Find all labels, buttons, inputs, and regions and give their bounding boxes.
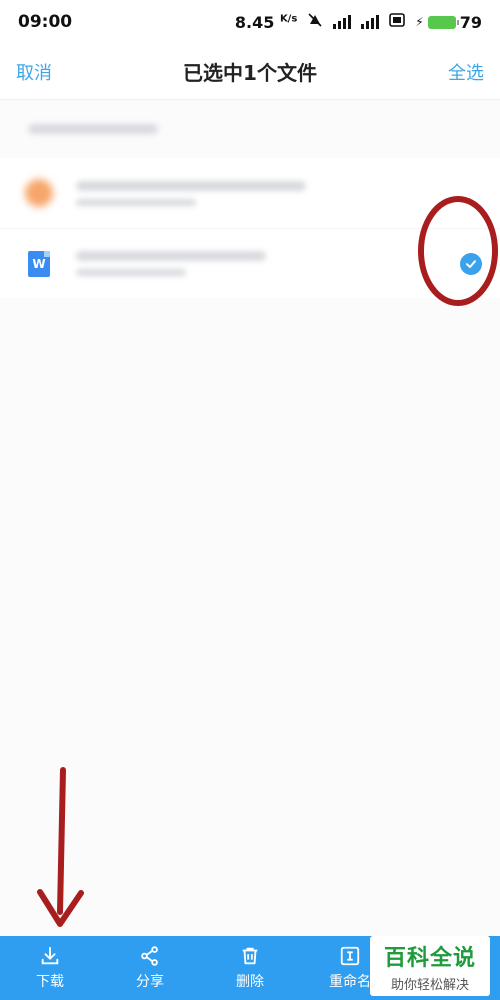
share-label: 分享: [136, 974, 164, 990]
blurred-section-title: [28, 124, 158, 134]
rename-icon: [340, 946, 360, 966]
selection-header: 取消 已选中1个文件 全选: [0, 44, 500, 100]
status-icons: 8.45 K/s ⚡ 79: [235, 12, 482, 32]
blurred-file-info: [76, 180, 482, 206]
annotation-arrow-head: [37, 889, 84, 927]
delete-button[interactable]: 删除: [200, 945, 300, 991]
page-title: 已选中1个文件: [183, 61, 317, 85]
status-time: 09:00: [18, 12, 73, 32]
download-label: 下载: [36, 974, 64, 990]
watermark-title: 百科全说: [383, 945, 476, 971]
word-doc-icon: W: [24, 249, 54, 279]
hd-icon: [389, 12, 406, 32]
share-button[interactable]: 分享: [100, 945, 200, 991]
section-header: [0, 100, 500, 158]
file-icon: [24, 178, 54, 208]
battery-indicator: ⚡ 79: [415, 13, 482, 32]
watermark-logo: 百科全说 助你轻松解决: [370, 936, 490, 996]
battery-level: 79: [459, 12, 482, 32]
signal-4g-icon: [361, 15, 380, 29]
network-speed: 8.45 K/s: [234, 12, 298, 32]
selected-check-icon[interactable]: [460, 252, 482, 275]
download-icon: [41, 946, 59, 965]
file-row-selected[interactable]: W: [0, 228, 500, 298]
download-button[interactable]: 下载: [0, 945, 100, 991]
rename-label: 重命名: [329, 974, 371, 990]
mute-icon: [307, 12, 323, 32]
file-list: W: [0, 100, 500, 320]
file-row[interactable]: [0, 158, 500, 228]
battery-icon: [427, 15, 459, 29]
share-icon: [141, 946, 158, 966]
annotation-arrow-shaft: [57, 767, 66, 915]
watermark-subtitle: 助你轻松解决: [390, 977, 469, 993]
select-all-button[interactable]: 全选: [448, 59, 484, 85]
cancel-button[interactable]: 取消: [16, 59, 52, 85]
delete-label: 删除: [236, 974, 264, 990]
trash-icon: [242, 947, 258, 965]
charging-icon: ⚡: [415, 15, 424, 29]
status-bar: 09:00 8.45 K/s ⚡ 79: [0, 0, 500, 44]
blurred-file-info: [76, 251, 460, 276]
signal-icon: [333, 15, 352, 29]
